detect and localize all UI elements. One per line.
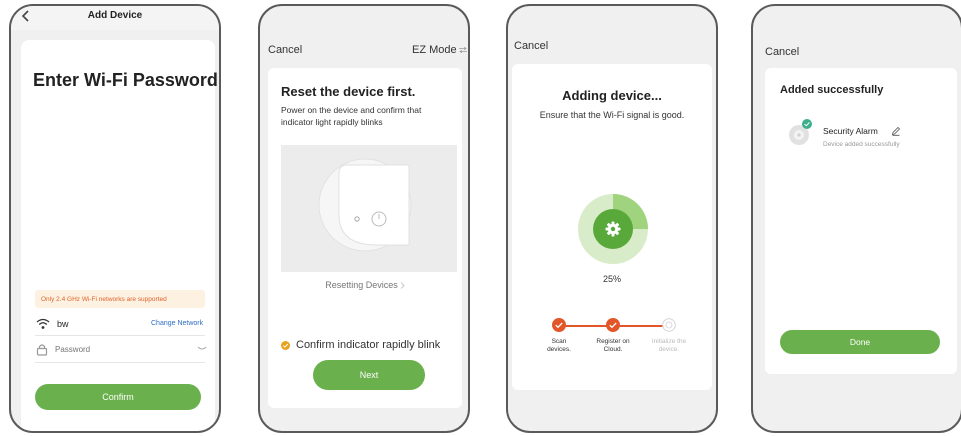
progress-percent: 25% <box>602 274 621 284</box>
step-label: Register on Cloud. <box>596 338 630 353</box>
step-done-icon <box>606 318 620 332</box>
lock-icon <box>36 343 48 356</box>
success-card: Added successfully Security Alarm Device… <box>765 68 957 374</box>
cancel-button[interactable]: Cancel <box>765 46 799 58</box>
warning-banner: Only 2.4 GHz Wi-Fi networks are supporte… <box>35 290 205 308</box>
phone-enter-wifi: Add Device Enter Wi-Fi Password Only 2.4… <box>9 4 221 433</box>
device-name: Security Alarm <box>823 126 878 136</box>
confirm-blink-checkbox[interactable]: Confirm indicator rapidly blink <box>281 339 440 351</box>
phone-reset-device: Cancel EZ Mode Reset the device first. P… <box>258 4 470 433</box>
warning-text: Only 2.4 GHz Wi-Fi networks are supporte… <box>41 295 167 303</box>
cancel-button[interactable]: Cancel <box>268 44 302 56</box>
pencil-icon[interactable] <box>891 126 901 136</box>
device-status: Device added successfully <box>823 141 900 148</box>
divider <box>35 335 205 336</box>
reset-card: Reset the device first. Power on the dev… <box>268 68 462 408</box>
switch-arrows-icon <box>458 47 467 53</box>
password-field[interactable] <box>55 342 175 356</box>
resetting-devices-link[interactable]: Resetting Devices <box>268 280 462 290</box>
header-title: Add Device <box>87 10 143 21</box>
page-title: Added successfully <box>780 84 884 96</box>
step-pending-icon <box>662 318 676 332</box>
step-initialize: Initialize the device. <box>644 318 694 354</box>
progress-ring <box>578 194 648 264</box>
step-register: Register on Cloud. <box>588 318 638 354</box>
phone-added-successfully: Cancel Added successfully Security Alarm… <box>751 4 961 433</box>
done-button[interactable]: Done <box>780 330 940 354</box>
ez-mode-switch[interactable]: EZ Mode <box>412 44 467 56</box>
network-name: bw <box>57 319 69 329</box>
signal-hint: Ensure that the Wi-Fi signal is good. <box>539 110 685 120</box>
ez-mode-label: EZ Mode <box>412 44 457 56</box>
resetting-devices-label: Resetting Devices <box>325 280 398 290</box>
device-illustration <box>281 145 457 272</box>
check-circle-icon <box>281 340 290 350</box>
instruction-text: Power on the device and confirm that ind… <box>281 105 422 127</box>
eye-closed-icon[interactable] <box>197 346 207 352</box>
step-done-icon <box>552 318 566 332</box>
step-scan: Scan devices. <box>534 318 584 354</box>
step-label: Scan devices. <box>547 338 571 353</box>
confirm-button[interactable]: Confirm <box>35 384 201 410</box>
phone-adding-device: Cancel Adding device... Ensure that the … <box>506 4 718 433</box>
page-title: Reset the device first. <box>281 84 416 99</box>
page-title: Adding device... <box>562 88 662 103</box>
wifi-card: Enter Wi-Fi Password Only 2.4 GHz Wi-Fi … <box>21 40 218 431</box>
change-network-link[interactable]: Change Network <box>151 320 203 327</box>
divider <box>35 362 205 363</box>
adding-card: Adding device... Ensure that the Wi-Fi s… <box>512 64 712 390</box>
page-title: Enter Wi-Fi Password <box>33 70 218 90</box>
success-check-icon <box>802 119 812 129</box>
device-avatar <box>787 119 812 146</box>
gear-icon <box>605 221 621 237</box>
confirm-blink-label: Confirm indicator rapidly blink <box>296 339 441 351</box>
chevron-right-icon <box>400 281 405 289</box>
step-label: Initialize the device. <box>651 338 687 353</box>
wifi-icon <box>36 318 50 330</box>
cancel-button[interactable]: Cancel <box>514 40 548 52</box>
next-button[interactable]: Next <box>313 360 425 390</box>
